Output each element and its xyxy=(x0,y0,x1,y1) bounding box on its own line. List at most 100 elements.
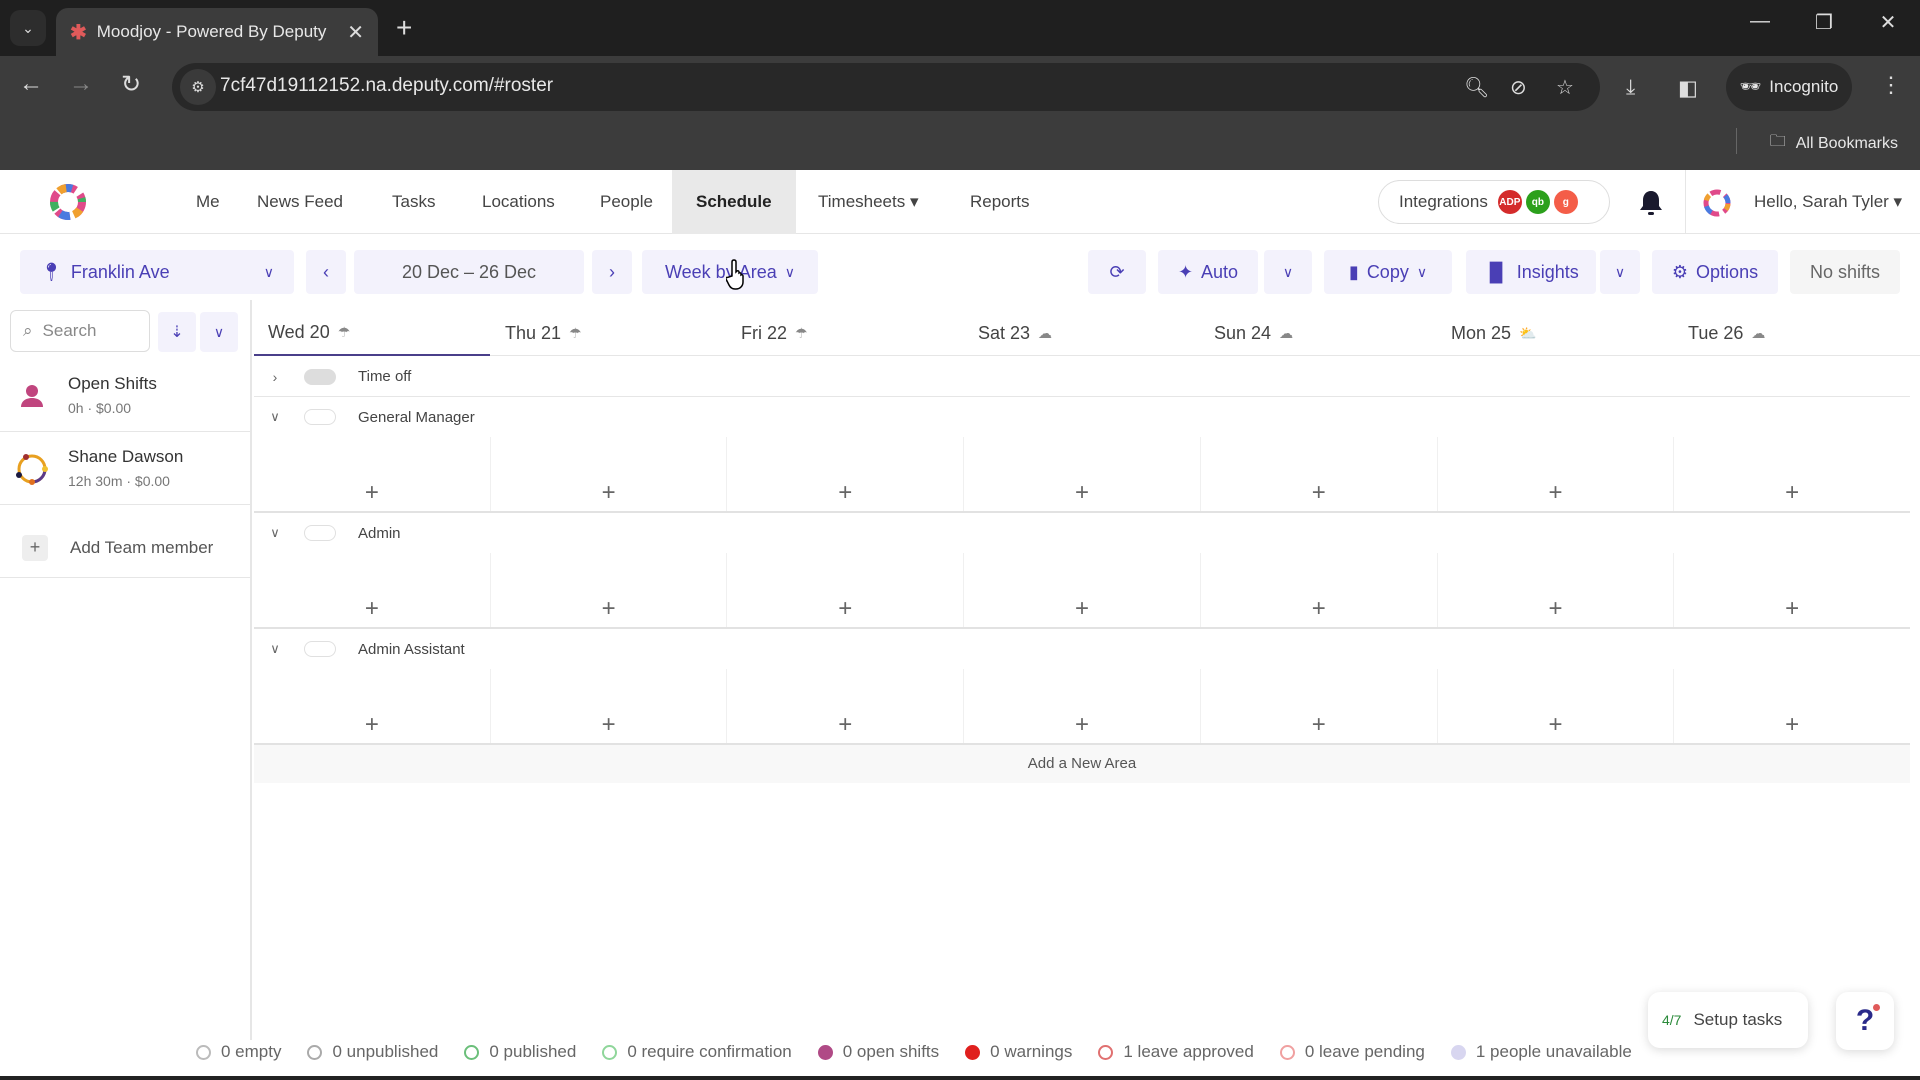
add-shift-button[interactable]: + xyxy=(1674,669,1910,743)
download-icon[interactable]: ⤓ xyxy=(1626,76,1635,100)
refresh-button[interactable]: ⟳ xyxy=(1088,250,1146,294)
day-column-header[interactable]: Fri 22 ☂ xyxy=(727,310,963,356)
add-shift-button[interactable]: + xyxy=(1674,553,1910,627)
setup-progress: 4/7 xyxy=(1662,1012,1682,1028)
browser-menu-icon[interactable]: ⋮ xyxy=(1880,72,1902,98)
area-header[interactable]: ∨ General Manager xyxy=(254,397,1910,437)
day-label: Thu 21 xyxy=(505,322,562,343)
cloud-icon: ☁ xyxy=(1751,324,1766,341)
legend-label: 1 people unavailable xyxy=(1475,1042,1632,1061)
copy-button[interactable]: ▮ Copy ∨ xyxy=(1324,250,1452,294)
day-column-header[interactable]: Sat 23 ☁ xyxy=(964,310,1200,356)
all-bookmarks-button[interactable]: 🗀 All Bookmarks xyxy=(1770,130,1898,157)
address-bar[interactable]: ⚙ 7cf47d19112152.na.deputy.com/#roster 🔍… xyxy=(172,63,1600,111)
day-column-header[interactable]: Tue 26 ☁ xyxy=(1674,310,1910,356)
browser-tab[interactable]: ✱ Moodjoy - Powered By Deputy ✕ xyxy=(56,8,378,56)
add-shift-button[interactable]: + xyxy=(1674,437,1910,511)
legend-item: 0 published xyxy=(464,1042,576,1062)
add-shift-button[interactable]: + xyxy=(964,669,1201,743)
help-button[interactable]: ? xyxy=(1836,992,1894,1050)
forward-icon[interactable]: → xyxy=(64,70,98,98)
incognito-indicator[interactable]: 🕶︎ Incognito xyxy=(1726,63,1852,111)
options-button[interactable]: ⚙ Options xyxy=(1652,250,1778,294)
nav-news-feed[interactable]: News Feed xyxy=(233,170,367,234)
setup-tasks-button[interactable]: 4/7 Setup tasks xyxy=(1648,992,1808,1048)
close-tab-icon[interactable]: ✕ xyxy=(347,20,364,45)
tab-search-button[interactable]: ⌄ xyxy=(10,10,46,46)
moodjoy-logo[interactable] xyxy=(42,180,94,224)
nav-people[interactable]: People xyxy=(576,170,677,234)
add-shift-button[interactable]: + xyxy=(727,553,965,627)
auto-schedule-button[interactable]: ✦ Auto xyxy=(1158,250,1258,294)
location-select[interactable]: 📍︎ Franklin Ave ∨ xyxy=(20,250,294,294)
nav-schedule[interactable]: Schedule xyxy=(672,170,796,234)
add-shift-button[interactable]: + xyxy=(1201,437,1438,511)
reload-icon[interactable]: ↻ xyxy=(114,70,148,99)
add-shift-button[interactable]: + xyxy=(491,669,728,743)
url-text[interactable]: 7cf47d19112152.na.deputy.com/#roster xyxy=(220,75,553,97)
day-column-header[interactable]: Thu 21 ☂ xyxy=(491,310,727,356)
sort-button[interactable]: ⇣ xyxy=(158,312,196,352)
adp-icon: ADP xyxy=(1497,190,1522,214)
site-info-icon[interactable]: ⚙ xyxy=(180,69,216,105)
restore-icon[interactable]: ❐ xyxy=(1804,10,1844,35)
search-input[interactable]: ⌕ Search xyxy=(10,310,150,352)
area-header[interactable]: ∨ Admin Assistant xyxy=(254,629,1910,669)
minimize-icon[interactable]: — xyxy=(1740,10,1780,33)
open-shifts-row[interactable]: Open Shifts 0h · $0.00 xyxy=(0,360,252,432)
next-week-button[interactable]: › xyxy=(592,250,632,294)
insights-dropdown-button[interactable]: ∨ xyxy=(1600,250,1640,294)
nav-tasks[interactable]: Tasks xyxy=(368,170,459,234)
add-shift-button[interactable]: + xyxy=(1201,669,1438,743)
eye-off-icon[interactable]: ⊘ xyxy=(1510,75,1527,100)
add-team-member-button[interactable]: + Add Team member xyxy=(0,518,252,578)
chevron-down-icon[interactable]: ∨ xyxy=(268,409,282,425)
area-header[interactable]: ∨ Admin xyxy=(254,513,1910,553)
integrations-button[interactable]: Integrations ADP qb g xyxy=(1378,180,1610,224)
day-column-header[interactable]: Wed 20 ☂ xyxy=(254,310,490,356)
zoom-icon[interactable]: 🔍︎ xyxy=(1464,75,1489,100)
add-new-area-button[interactable]: Add a New Area xyxy=(254,745,1910,783)
date-range-button[interactable]: 20 Dec – 26 Dec xyxy=(354,250,584,294)
nav-locations[interactable]: Locations xyxy=(458,170,579,234)
notifications-bell-icon[interactable] xyxy=(1636,188,1666,218)
add-shift-button[interactable]: + xyxy=(254,553,491,627)
add-shift-button[interactable]: + xyxy=(1438,553,1675,627)
no-shifts-button[interactable]: No shifts xyxy=(1790,250,1900,294)
add-shift-button[interactable]: + xyxy=(727,669,965,743)
side-panel-icon[interactable]: ◧ xyxy=(1678,76,1698,101)
day-column-header[interactable]: Sun 24 ☁ xyxy=(1200,310,1436,356)
add-shift-button[interactable]: + xyxy=(964,553,1201,627)
status-dot-icon xyxy=(602,1044,618,1060)
chevron-right-icon[interactable]: › xyxy=(268,369,282,385)
add-shift-button[interactable]: + xyxy=(1438,437,1675,511)
add-shift-button[interactable]: + xyxy=(491,437,728,511)
insights-button[interactable]: ▐▌ Insights xyxy=(1466,250,1596,294)
nav-reports[interactable]: Reports xyxy=(946,170,1054,234)
chevron-down-icon[interactable]: ∨ xyxy=(268,641,282,657)
nav-timesheets[interactable]: Timesheets ▾ xyxy=(794,170,943,234)
chevron-down-icon[interactable]: ∨ xyxy=(268,525,282,541)
close-window-icon[interactable]: ✕ xyxy=(1868,10,1908,35)
prev-week-button[interactable]: ‹ xyxy=(306,250,346,294)
add-shift-button[interactable]: + xyxy=(1201,553,1438,627)
add-shift-button[interactable]: + xyxy=(491,553,728,627)
bookmark-star-icon[interactable]: ☆ xyxy=(1556,75,1574,100)
user-menu[interactable]: Hello, Sarah Tyler ▾ xyxy=(1754,170,1902,234)
sort-dropdown-button[interactable]: ∨ xyxy=(200,312,238,352)
add-shift-button[interactable]: + xyxy=(254,669,491,743)
add-shift-button[interactable]: + xyxy=(727,437,965,511)
add-shift-button[interactable]: + xyxy=(254,437,491,511)
day-label: Fri 22 xyxy=(741,322,788,343)
add-shift-button[interactable]: + xyxy=(964,437,1201,511)
back-icon[interactable]: ← xyxy=(14,70,48,98)
day-column-header[interactable]: Mon 25 ⛅ xyxy=(1437,310,1673,356)
team-member-row[interactable]: Shane Dawson 12h 30m · $0.00 xyxy=(0,433,252,505)
new-tab-button[interactable]: + xyxy=(396,12,412,44)
legend-item: 0 unpublished xyxy=(307,1042,438,1062)
time-off-row[interactable]: › Time off xyxy=(254,357,1910,397)
user-avatar[interactable] xyxy=(1700,186,1734,220)
location-pin-icon: 📍︎ xyxy=(40,261,63,282)
add-shift-button[interactable]: + xyxy=(1438,669,1675,743)
auto-dropdown-button[interactable]: ∨ xyxy=(1264,250,1312,294)
